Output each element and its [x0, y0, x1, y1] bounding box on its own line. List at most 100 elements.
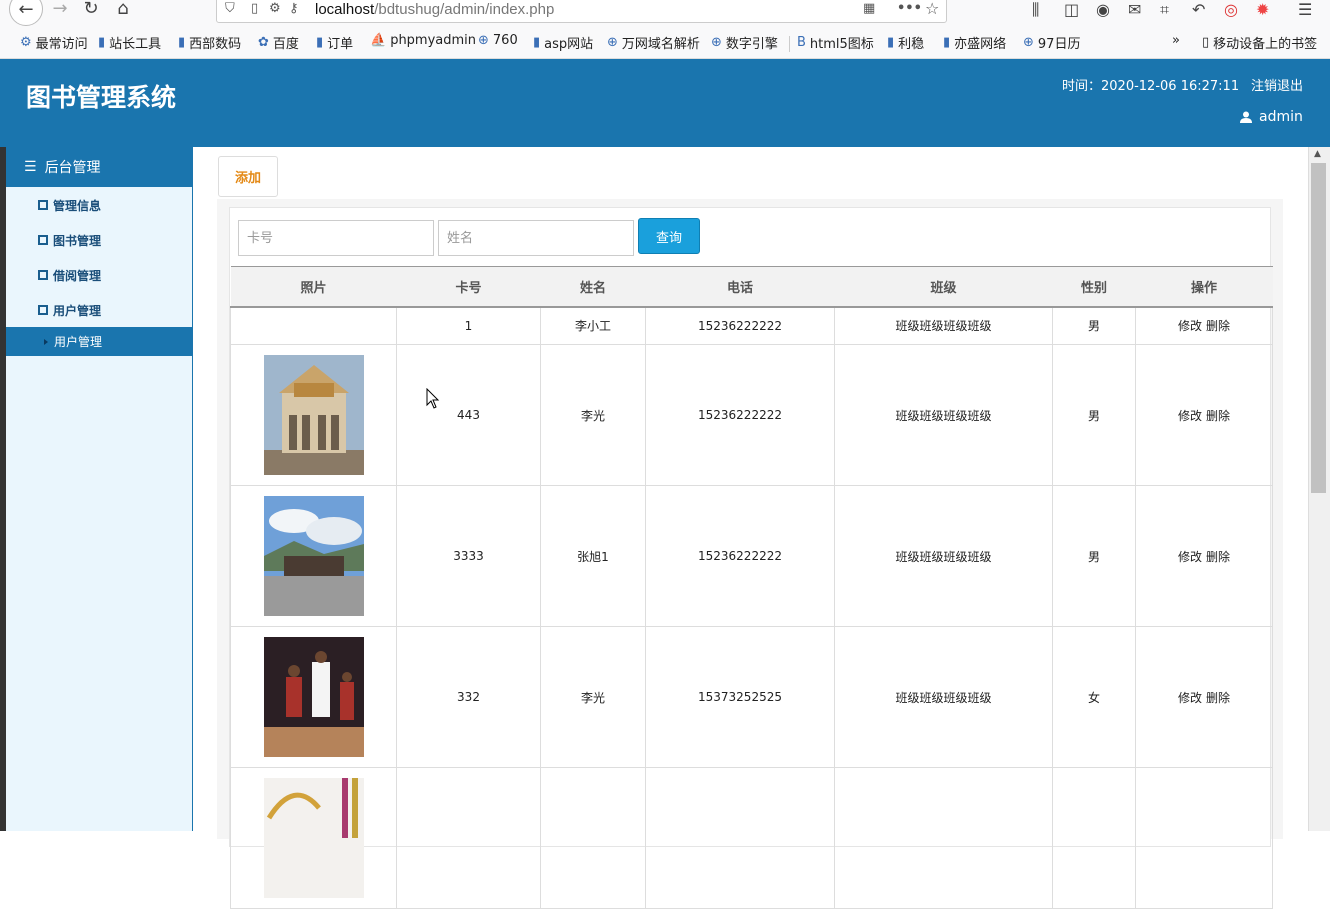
chat-icon[interactable]: ✉ [1128, 0, 1141, 19]
gender-cell: 女 [1052, 626, 1136, 768]
home-icon: ⌂ [117, 0, 129, 19]
phone-cell: 15236222222 [645, 306, 835, 345]
scroll-up-icon[interactable]: ▲ [1314, 149, 1321, 159]
bookmark-item[interactable]: ▮ 西部数码 [178, 33, 241, 52]
column-header: 班级 [834, 266, 1053, 308]
class-cell: 班级班级班级班级 [834, 344, 1053, 486]
name-cell: 张旭1 [540, 485, 646, 627]
delete-link[interactable]: 删除 [1206, 691, 1230, 705]
chrome-icon[interactable]: ◎ [1224, 0, 1238, 19]
more-icon[interactable]: ••• [897, 1, 922, 16]
home-button[interactable]: ⌂ [109, 0, 137, 22]
bookmark-item[interactable]: ⊕ 760 [478, 33, 518, 48]
user-info[interactable]: admin [1240, 109, 1303, 125]
username: admin [1259, 109, 1303, 125]
user-icon [1240, 111, 1252, 123]
table-header-row: 照片 卡号 姓名 电话 班级 性别 操作 [230, 266, 1273, 308]
bookmark-item[interactable]: Bhtml5图标 [797, 33, 874, 52]
bookmark-label: asp网站 [544, 37, 594, 52]
card-cell [396, 767, 541, 909]
query-button[interactable]: 查询 [638, 218, 700, 254]
b-icon: B [797, 35, 806, 50]
class-cell: 班级班级班级班级 [834, 626, 1053, 768]
url-bar[interactable]: ⛉ ▯ ⚙ ⚷ localhost/bdtushug/admin/index.p… [216, 0, 947, 23]
list-icon: ☰ [24, 159, 37, 175]
card-number-input[interactable] [238, 220, 434, 256]
delete-link[interactable]: 删除 [1206, 409, 1230, 423]
key-icon: ⚷ [289, 1, 299, 16]
square-icon [38, 305, 48, 315]
bookmarks-overflow-button[interactable]: » [1172, 33, 1180, 48]
page-icon: ▯ [251, 1, 259, 16]
edit-link[interactable]: 修改 [1178, 319, 1202, 333]
table-row: 1 李小工 15236222222 班级班级班级班级 男 修改 删除 [230, 306, 1273, 345]
sidebar-item-admin-info[interactable]: 管理信息 [6, 190, 192, 220]
bookmark-label: 最常访问 [35, 37, 88, 52]
sidebar-item-users[interactable]: 用户管理 [6, 295, 192, 325]
sidebar-item-borrow[interactable]: 借阅管理 [6, 260, 192, 290]
caret-right-icon [44, 338, 48, 345]
delete-link[interactable]: 删除 [1206, 550, 1230, 564]
bookmark-label: 站长工具 [109, 37, 162, 52]
qr-code-icon[interactable]: ▦ [863, 1, 875, 16]
forward-button[interactable]: → [46, 0, 74, 22]
edit-link[interactable]: 修改 [1178, 550, 1202, 564]
name-cell: 李小工 [540, 306, 646, 345]
bookmark-item[interactable]: ⚙ 最常访问 [20, 33, 88, 52]
sidebar-item-label: 借阅管理 [53, 268, 102, 283]
sidebar-header-label: 后台管理 [44, 160, 101, 176]
class-cell [834, 767, 1053, 909]
add-button[interactable]: 添加 [218, 156, 278, 197]
bookmarks-bar: ⚙ 最常访问 ▮ 站长工具 ▮ 西部数码 ✿ 百度 ▮ 订单 ⛵ phpmyadmin ⊕ 760 ▮ asp… [0, 33, 1330, 55]
sidebar-icon[interactable]: ◫ [1064, 0, 1079, 19]
bookmark-icon: ▮ [533, 35, 541, 50]
undo-icon[interactable]: ↶ [1192, 0, 1205, 19]
column-header: 电话 [645, 266, 835, 308]
bookmark-icon: ▮ [943, 35, 951, 50]
library-icon[interactable]: ⫼ [1032, 0, 1039, 20]
sidebar-item-books[interactable]: 图书管理 [6, 225, 192, 255]
name-input[interactable] [438, 220, 634, 256]
name-cell [540, 767, 646, 909]
bookmark-item[interactable]: ⛵ phpmyadmin [370, 33, 476, 48]
main-content: 添加 查询 照片 卡号 姓名 电话 班级 性别 操作 [193, 147, 1308, 909]
mobile-bookmarks-label: 移动设备上的书签 [1213, 37, 1318, 52]
back-button[interactable]: ← [9, 0, 43, 26]
star-icon[interactable]: ☆ [925, 0, 939, 18]
reload-icon: ↻ [83, 0, 99, 19]
bookmark-label: 西部数码 [189, 37, 242, 52]
sidebar-header[interactable]: ☰ 后台管理 [6, 147, 192, 187]
bookmark-item[interactable]: ✿ 百度 [258, 33, 299, 52]
mobile-bookmarks[interactable]: ▯ 移动设备上的书签 [1202, 33, 1317, 52]
url-host: localhost [315, 1, 375, 18]
bookmark-item[interactable]: ▮ 站长工具 [98, 33, 161, 52]
menu-icon[interactable]: ☰ [1298, 0, 1312, 19]
bookmark-item[interactable]: ▮ 订单 [316, 33, 353, 52]
user-photo [263, 355, 364, 475]
edit-link[interactable]: 修改 [1178, 409, 1202, 423]
crop-icon[interactable]: ⌗ [1160, 0, 1169, 20]
bookmark-item[interactable]: ⊕ 万网域名解析 [607, 33, 700, 52]
bookmark-separator [789, 36, 790, 52]
vertical-scrollbar[interactable]: ▲ [1308, 147, 1330, 831]
bookmark-label: 760 [492, 33, 518, 48]
reload-button[interactable]: ↻ [77, 0, 105, 22]
bookmark-item[interactable]: ▮ asp网站 [533, 33, 593, 52]
delete-link[interactable]: 删除 [1206, 319, 1230, 333]
extension-icon[interactable]: ✹ [1256, 0, 1269, 19]
edit-link[interactable]: 修改 [1178, 691, 1202, 705]
bookmark-item[interactable]: ⊕ 97日历 [1023, 33, 1080, 52]
bookmark-item[interactable]: ▮ 利稳 [887, 33, 924, 52]
account-icon[interactable]: ◉ [1096, 0, 1110, 19]
bookmark-label: 数字引擎 [725, 37, 778, 52]
time-value: 2020-12-06 16:27:11 [1101, 79, 1240, 94]
scrollbar-thumb[interactable] [1311, 163, 1326, 493]
square-icon [38, 235, 48, 245]
bookmark-item[interactable]: ▮ 亦盛网络 [943, 33, 1006, 52]
paw-icon: ✿ [258, 35, 269, 50]
logout-link[interactable]: 注销退出 [1251, 75, 1303, 94]
sidebar-subitem-users[interactable]: 用户管理 [6, 327, 192, 356]
actions-cell: 修改 删除 [1135, 626, 1273, 768]
app-header: 图书管理系统 时间：2020-12-06 16:27:11 注销退出 admin [0, 59, 1330, 147]
bookmark-item[interactable]: ⊕ 数字引擎 [711, 33, 778, 52]
